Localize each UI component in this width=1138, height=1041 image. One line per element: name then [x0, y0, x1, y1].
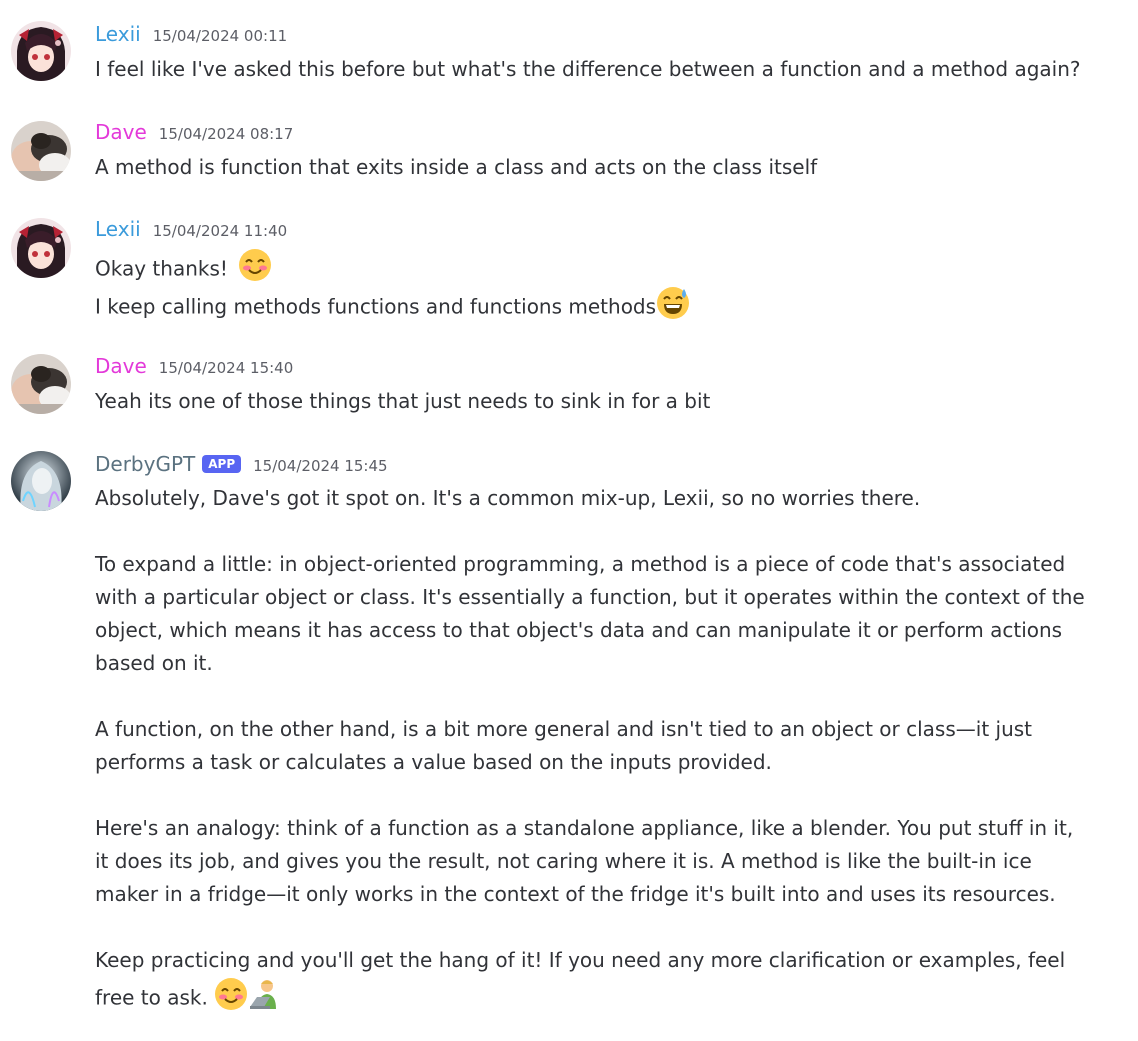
author-name[interactable]: DerbyGPT	[95, 452, 195, 476]
message-paragraph: Absolutely, Dave's got it spot on. It's …	[95, 486, 921, 510]
message-text: I feel like I've asked this before but w…	[95, 57, 1081, 81]
message-text: Yeah its one of those things that just n…	[95, 389, 711, 413]
message-paragraph: To expand a little: in object-oriented p…	[95, 552, 1085, 675]
grinning-face-with-sweat-icon[interactable]	[656, 286, 690, 330]
app-badge: APP	[202, 455, 242, 473]
message-text: Okay thanks!	[95, 256, 228, 281]
timestamp: 15/04/2024 11:40	[152, 222, 288, 240]
technologist-icon[interactable]	[248, 977, 282, 1021]
timestamp: 15/04/2024 15:45	[253, 457, 388, 475]
avatar[interactable]	[11, 354, 71, 414]
message-text-line: I keep calling methods functions and fun…	[95, 286, 690, 330]
message-text: I keep calling methods functions and fun…	[95, 294, 657, 319]
avatar[interactable]	[11, 121, 71, 181]
timestamp: 15/04/2024 15:40	[158, 359, 294, 377]
message-paragraph: A function, on the other hand, is a bit …	[95, 717, 1033, 774]
author-name[interactable]: Dave	[95, 354, 147, 378]
author-name[interactable]: Dave	[95, 120, 147, 144]
author-name[interactable]: Lexii	[95, 217, 141, 241]
smiling-face-with-blush-icon[interactable]	[214, 977, 248, 1021]
message-paragraph-last: Keep practicing and you'll get the hang …	[95, 944, 1085, 1021]
timestamp: 15/04/2024 08:17	[158, 125, 294, 143]
message-paragraph: Here's an analogy: think of a function a…	[95, 816, 1074, 906]
author-name[interactable]: Lexii	[95, 22, 141, 46]
message-text: A method is function that exits inside a…	[95, 155, 818, 179]
avatar[interactable]	[11, 218, 71, 278]
avatar[interactable]	[11, 21, 71, 81]
avatar[interactable]	[11, 451, 71, 511]
timestamp: 15/04/2024 00:11	[152, 27, 288, 45]
